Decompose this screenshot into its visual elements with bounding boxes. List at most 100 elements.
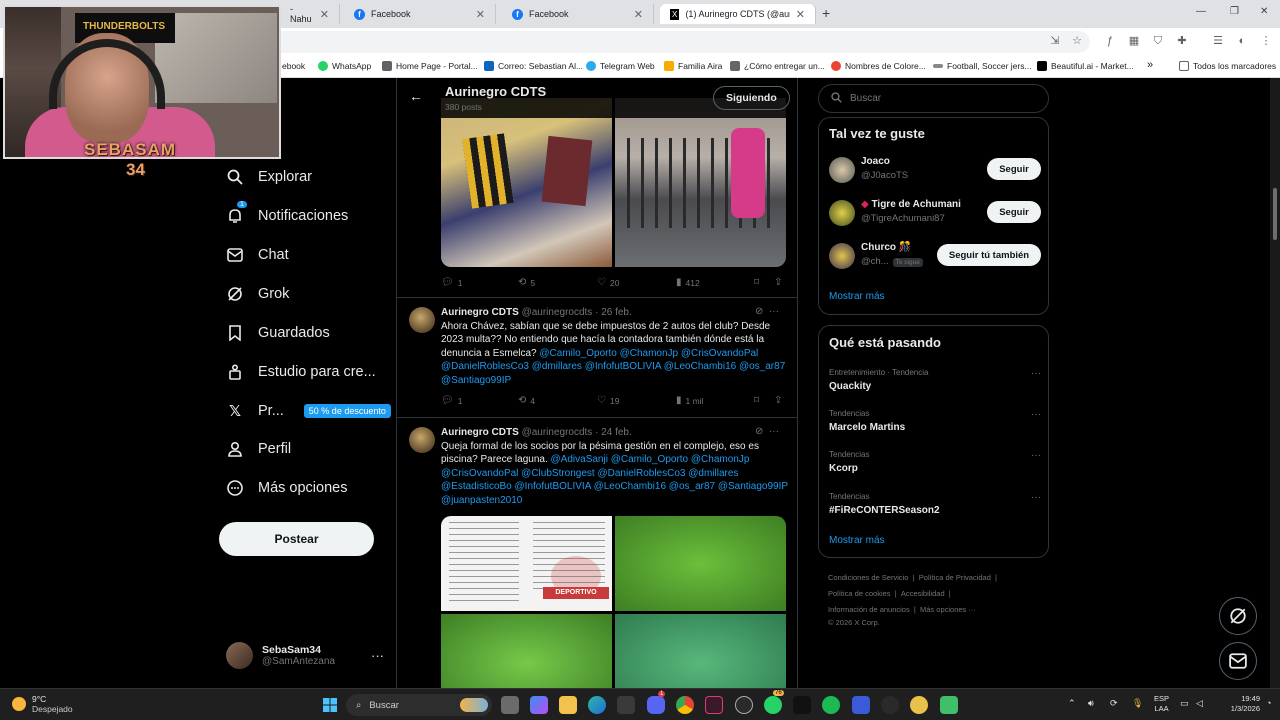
suggested-user[interactable]: Joaco @J0acoTS Seguir [829,155,1041,185]
browser-tab[interactable]: f Facebook ✕ [344,4,496,24]
edge-icon[interactable] [588,696,606,714]
sync-icon[interactable]: ⟳ [1110,698,1118,709]
share-button[interactable]: ⇪ [774,395,782,406]
weather-widget[interactable]: 9°C Despejado [12,694,73,714]
repost-button[interactable]: ⟲ 4 [518,395,535,406]
file-explorer-icon[interactable] [559,696,577,714]
star-icon[interactable]: ☆ [1070,34,1084,48]
extension-f-icon[interactable]: ƒ [1103,34,1117,48]
messages-fab[interactable] [1219,642,1257,680]
scrollbar-thumb[interactable] [1273,188,1277,240]
new-tab-button[interactable]: + [822,5,830,21]
like-button[interactable]: ♡ 20 [597,277,619,288]
volume-icon[interactable]: ◁ [1196,698,1203,709]
close-window-icon[interactable]: ✕ [1260,6,1268,17]
profile-icon[interactable]: ◐ [1235,34,1249,48]
app-icon[interactable] [940,696,958,714]
clock[interactable]: 19:49 1/3/2026 [1224,694,1260,714]
tweet[interactable]: Aurinegro CDTS @aurinegrocdts · 24 feb. … [397,417,797,688]
whatsapp-icon[interactable]: 76 [764,690,784,714]
browser-tab[interactable]: f Facebook ✕ [502,4,654,24]
suggested-user[interactable]: Churco 🎊 @ch... Te sigue Seguir tú tambié… [829,241,1041,271]
taskbar-search[interactable]: ⌕ Buscar [346,694,492,716]
microphone-icon[interactable]: 🎙︎ [1132,698,1143,709]
chrome-icon[interactable] [676,696,694,714]
more-dots-icon[interactable]: ··· [769,306,779,317]
copilot-icon[interactable] [530,696,548,714]
install-app-icon[interactable]: ⇲ [1048,34,1062,48]
close-tab-icon[interactable]: ✕ [320,8,329,21]
speaker-icon[interactable]: 🔊︎ [1088,698,1094,709]
puzzle-icon[interactable]: ✚ [1175,34,1189,48]
address-bar[interactable] [270,31,1090,53]
tweet-media[interactable] [441,98,786,267]
app-icon[interactable] [705,696,723,714]
footer-link[interactable]: Información de anuncios [828,605,910,614]
footer-link[interactable]: Condiciones de Servicio [828,573,908,582]
author-name[interactable]: Aurinegro CDTS [441,307,519,318]
notifications-bell-icon[interactable]: ◔ [1266,698,1271,708]
bookmark-item[interactable]: ¿Cómo entregar un... [730,61,825,71]
bookmark-button[interactable]: ⌑ [754,395,759,406]
nav-item-more[interactable]: Más opciones [226,479,347,497]
suggested-user[interactable]: ◆ Tigre de Achumani @TigreAchumani87 Seg… [829,198,1041,228]
footer-link[interactable]: Política de Privacidad [919,573,991,582]
obs-icon[interactable] [735,696,753,714]
capcut-icon[interactable] [793,696,811,714]
language-indicator[interactable]: ESP LAA [1154,694,1169,714]
trend-item[interactable]: Tendencias Kcorp ··· [829,450,1041,474]
footer-link[interactable]: Accesibilidad [901,589,945,598]
nav-item-grok[interactable]: Grok [226,285,289,303]
bookmark-item[interactable]: ebook [282,61,305,71]
page-scrollbar[interactable] [1270,78,1280,688]
nav-item-chat[interactable]: Chat [226,246,289,264]
more-dots-icon[interactable]: ··· [1031,409,1041,420]
nav-item-notifications[interactable]: 1 Notificaciones [226,201,348,225]
show-more-link[interactable]: Mostrar más [829,535,885,546]
grok-fab[interactable] [1219,597,1257,635]
nav-item-bookmarks[interactable]: Guardados [226,324,330,342]
repost-button[interactable]: ⟲ 5 [518,277,535,288]
bookmark-item[interactable]: Correo: Sebastian Al... [484,61,583,71]
bookmark-item[interactable]: Football, Soccer jers... [933,61,1032,71]
discord-icon[interactable]: 1 [647,691,666,714]
footer-link[interactable]: Más opciones ··· [920,605,976,614]
views-button[interactable]: ▮ 412 [676,277,700,288]
bookmark-button[interactable]: ⌑ [754,277,759,288]
follow-button[interactable]: Seguir [987,158,1041,180]
gauge-icon[interactable] [881,696,899,714]
browser-tab-active[interactable]: X (1) Aurinegro CDTS (@auriner ✕ [660,4,816,24]
views-button[interactable]: ▮ 1 mil [676,395,703,406]
bookmark-item[interactable]: Nombres de Colore... [831,61,926,71]
shield-icon[interactable]: ⛉ [1151,34,1165,48]
menu-kebab-icon[interactable]: ⋮ [1259,34,1273,48]
share-button[interactable]: ⇪ [774,277,782,288]
tweet[interactable]: Aurinegro CDTS @aurinegrocdts · 26 feb. … [397,297,797,417]
close-tab-icon[interactable]: ✕ [476,8,485,21]
nav-item-explore[interactable]: Explorar [226,168,312,186]
more-dots-icon[interactable]: ··· [1031,450,1041,461]
author-name[interactable]: Aurinegro CDTS [441,427,519,438]
show-more-link[interactable]: Mostrar más [829,291,885,302]
network-icon[interactable]: ▭ [1180,698,1189,709]
search-box[interactable]: Buscar [818,84,1049,113]
task-view-icon[interactable] [501,696,519,714]
restore-icon[interactable]: ❐ [1230,6,1239,17]
bookmark-item[interactable]: WhatsApp [318,61,371,71]
avatar[interactable] [409,427,435,453]
nav-item-premium[interactable]: 𝕏 Pr... 50 % de descuento [226,402,391,420]
start-button[interactable] [321,696,339,714]
trend-item[interactable]: Tendencias Marcelo Martins ··· [829,409,1041,433]
follow-button[interactable]: Seguir [987,201,1041,223]
following-button[interactable]: Siguiendo [713,86,790,110]
close-tab-icon[interactable]: ✕ [634,8,643,21]
tweet-media[interactable]: DEPORTIVO [441,516,786,688]
reading-list-icon[interactable]: ☰ [1211,34,1225,48]
browser-tab[interactable]: - Nahu ✕ [280,4,340,24]
reply-button[interactable]: 💬︎ 1 [441,277,462,288]
bookmark-item[interactable]: Beautiful.ai - Market... [1037,61,1134,71]
bookmark-item[interactable]: Familia Aira [664,61,722,71]
more-dots-icon[interactable]: ··· [769,426,779,437]
extension-icon[interactable]: ▦ [1127,34,1141,48]
follow-back-button[interactable]: Seguir tú también [937,244,1041,266]
